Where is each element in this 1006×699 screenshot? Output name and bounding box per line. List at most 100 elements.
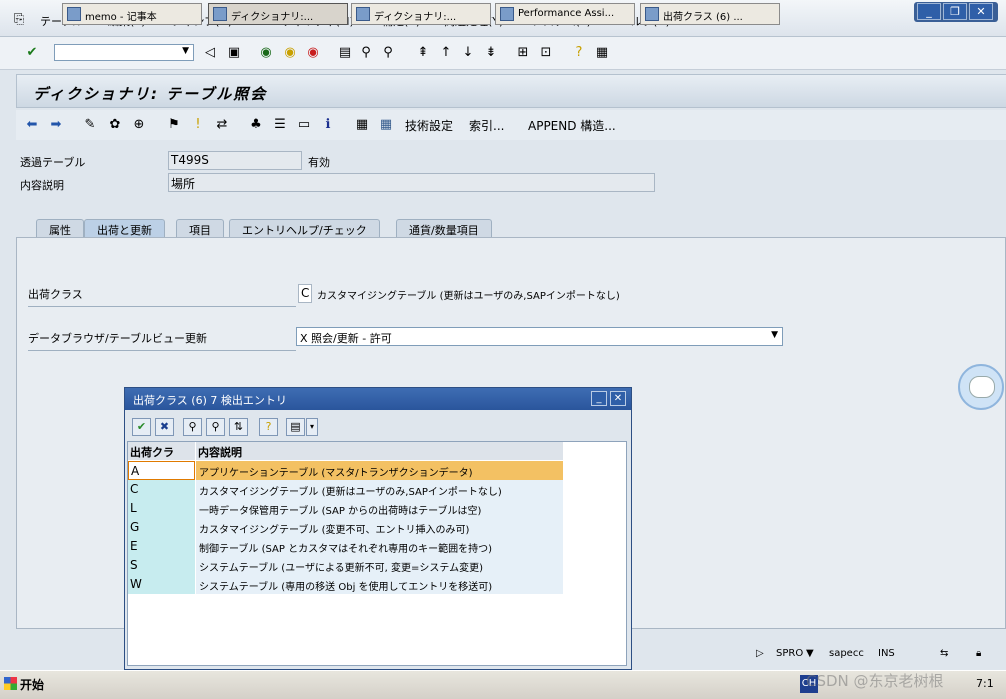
find-icon[interactable]: ⚲ (358, 45, 374, 61)
description-field[interactable]: 場所 (168, 173, 655, 192)
arrow-right-icon[interactable]: ➡ (48, 117, 64, 133)
taskbar-item-notepad[interactable]: memo - 记事本 (62, 3, 202, 25)
assistant-icon[interactable] (958, 364, 1004, 410)
find-icon[interactable]: ⚲ (183, 418, 202, 436)
find-next-icon[interactable]: ⚲ (206, 418, 225, 436)
insert-mode: INS (878, 648, 895, 659)
list-item-description: カスタマイジングテーブル (変更不可、エントリ挿入のみ可) (196, 518, 563, 537)
tab-delivery-maintenance[interactable]: 出荷と更新 (84, 219, 165, 238)
prev-page-icon[interactable]: ↑ (438, 45, 454, 61)
append-structure-button[interactable]: APPEND 構造... (528, 117, 616, 134)
column-header-description[interactable]: 内容説明 (196, 442, 563, 460)
active-inactive-icon[interactable]: ✿ (107, 117, 123, 133)
print-icon[interactable]: ▤ (337, 45, 353, 61)
tab-fields[interactable]: 項目 (176, 219, 224, 237)
object-list-icon[interactable]: ☰ (272, 117, 288, 133)
sort-icon[interactable]: ⇅ (229, 418, 248, 436)
transparent-table-field[interactable]: T499S (168, 151, 302, 170)
check-icon[interactable]: ⊕ (131, 117, 147, 133)
save-icon[interactable]: ▣ (226, 45, 242, 61)
taskbar-item-performance[interactable]: Performance Assi... (495, 3, 635, 25)
sap-menu-icon[interactable]: ⎘ (14, 12, 24, 27)
list-item[interactable]: G カスタマイジングテーブル (変更不可、エントリ挿入のみ可) (128, 518, 563, 537)
back-icon[interactable]: ◉ (258, 45, 274, 61)
layout-icon[interactable]: ▦ (594, 45, 610, 61)
cancel-icon[interactable]: ◉ (305, 45, 321, 61)
list-item[interactable]: W システムテーブル (専用の移送 Obj を使用してエントリを移送可) (128, 575, 563, 594)
tech-settings-button[interactable]: 技術設定 (405, 117, 453, 134)
chevron-down-icon[interactable]: ▼ (771, 330, 778, 340)
chevron-down-icon[interactable]: ▼ (182, 46, 189, 56)
tab-currency-quantity[interactable]: 通貨/数量項目 (396, 219, 492, 237)
list-item[interactable]: E 制御テーブル (SAP とカスタマはそれぞれ専用のキー範囲を持つ) (128, 537, 563, 556)
start-button[interactable]: 开始 (0, 672, 52, 696)
taskbar-item-delivery-class[interactable]: 出荷クラス (6) ... (640, 3, 780, 25)
other-object-icon[interactable]: ⇄ (214, 117, 230, 133)
tab-attributes[interactable]: 属性 (36, 219, 84, 237)
graphic-icon[interactable]: ▦ (354, 117, 370, 133)
find-next-icon[interactable]: ⚲ (380, 45, 396, 61)
where-used-icon[interactable]: ! (190, 117, 206, 133)
taskbar-item-dictionary-2[interactable]: ディクショナリ:... (351, 3, 491, 25)
exit-icon[interactable]: ◉ (282, 45, 298, 61)
play-icon[interactable]: ▷ (756, 648, 764, 659)
lock-icon[interactable]: 🔒︎ (976, 648, 981, 659)
data-browser-label: データブラウザ/テーブルビュー更新 (28, 330, 296, 351)
print-icon[interactable]: ▤ (286, 418, 305, 436)
minimize-button[interactable]: _ (917, 3, 941, 20)
list-item-description: システムテーブル (専用の移送 Obj を使用してエントリを移送可) (196, 575, 563, 594)
list-item-key: E (128, 537, 195, 556)
windows-logo-icon (4, 677, 17, 690)
transaction-code[interactable]: SPRO (776, 648, 803, 659)
restore-button[interactable]: ❐ (943, 3, 967, 20)
info-icon[interactable]: ℹ (320, 117, 336, 133)
list-item-description: アプリケーションテーブル (マスタ/トランザクションデータ) (196, 461, 563, 480)
taskbar-item-dictionary-1[interactable]: ディクショナリ:... (208, 3, 348, 25)
list-item-key: C (128, 480, 195, 499)
list-item[interactable]: L 一時データ保管用テーブル (SAP からの出荷時はテーブルは空) (128, 499, 563, 518)
help-icon[interactable]: ? (259, 418, 278, 436)
shortcut-icon[interactable]: ⊡ (538, 45, 554, 61)
dialog-toolbar: ✔ ✖ ⚲ ⚲ ⇅ ? ▤ ▾ (128, 418, 318, 438)
chevron-down-icon[interactable]: ▾ (306, 418, 318, 436)
enter-icon[interactable]: ✔ (24, 45, 40, 61)
dialog-close-button[interactable]: ✕ (610, 391, 626, 406)
new-session-icon[interactable]: ⊞ (515, 45, 531, 61)
dialog-minimize-button[interactable]: _ (591, 391, 607, 406)
list-item-description: 一時データ保管用テーブル (SAP からの出荷時はテーブルは空) (196, 499, 563, 518)
delivery-class-field[interactable]: C (298, 284, 312, 303)
next-page-icon[interactable]: ↓ (460, 45, 476, 61)
index-button[interactable]: 索引... (469, 117, 504, 134)
arrow-left-icon[interactable]: ⬅ (24, 117, 40, 133)
description-label: 内容説明 (20, 179, 64, 192)
hierarchy-icon[interactable]: ♣ (248, 117, 264, 133)
contents-icon[interactable]: ▦ (378, 117, 394, 133)
chevron-down-icon[interactable]: ▼ (806, 648, 814, 659)
help-icon[interactable]: ? (571, 45, 587, 61)
close-button[interactable]: ✕ (969, 3, 993, 20)
tab-entry-help-check[interactable]: エントリヘルプ/チェック (229, 219, 380, 237)
page-title: ディクショナリ: テーブル照会 (33, 85, 268, 103)
list-item[interactable]: A アプリケーションテーブル (マスタ/トランザクションデータ) (128, 461, 563, 480)
activate-icon[interactable]: ⚑ (166, 117, 182, 133)
cancel-icon[interactable]: ✖ (155, 418, 174, 436)
delivery-class-description: カスタマイジングテーブル (更新はユーザのみ,SAPインポートなし) (317, 291, 620, 302)
settings-icon[interactable]: ⇆ (940, 648, 948, 659)
navigation-window-icon[interactable]: ▭ (296, 117, 312, 133)
notepad-icon (67, 7, 81, 21)
back-arrow-icon[interactable]: ◁ (202, 45, 218, 61)
taskbar-item-label: Performance Assi... (518, 8, 615, 19)
taskbar-item-label: ディクショナリ:... (374, 12, 457, 23)
list-item[interactable]: S システムテーブル (ユーザによる更新不可, 変更=システム変更) (128, 556, 563, 575)
status-text: 有効 (308, 156, 330, 169)
last-page-icon[interactable]: ⇟ (483, 45, 499, 61)
column-header-key[interactable]: 出荷クラ (128, 442, 195, 460)
first-page-icon[interactable]: ⇞ (415, 45, 431, 61)
list-item-key: L (128, 499, 195, 518)
command-field[interactable]: ▼ (54, 44, 194, 61)
confirm-icon[interactable]: ✔ (132, 418, 151, 436)
data-browser-select[interactable]: X 照会/更新 - 許可 ▼ (296, 327, 783, 346)
system-name: sapecc (829, 648, 864, 659)
display-change-icon[interactable]: ✎ (82, 117, 98, 133)
list-item[interactable]: C カスタマイジングテーブル (更新はユーザのみ,SAPインポートなし) (128, 480, 563, 499)
